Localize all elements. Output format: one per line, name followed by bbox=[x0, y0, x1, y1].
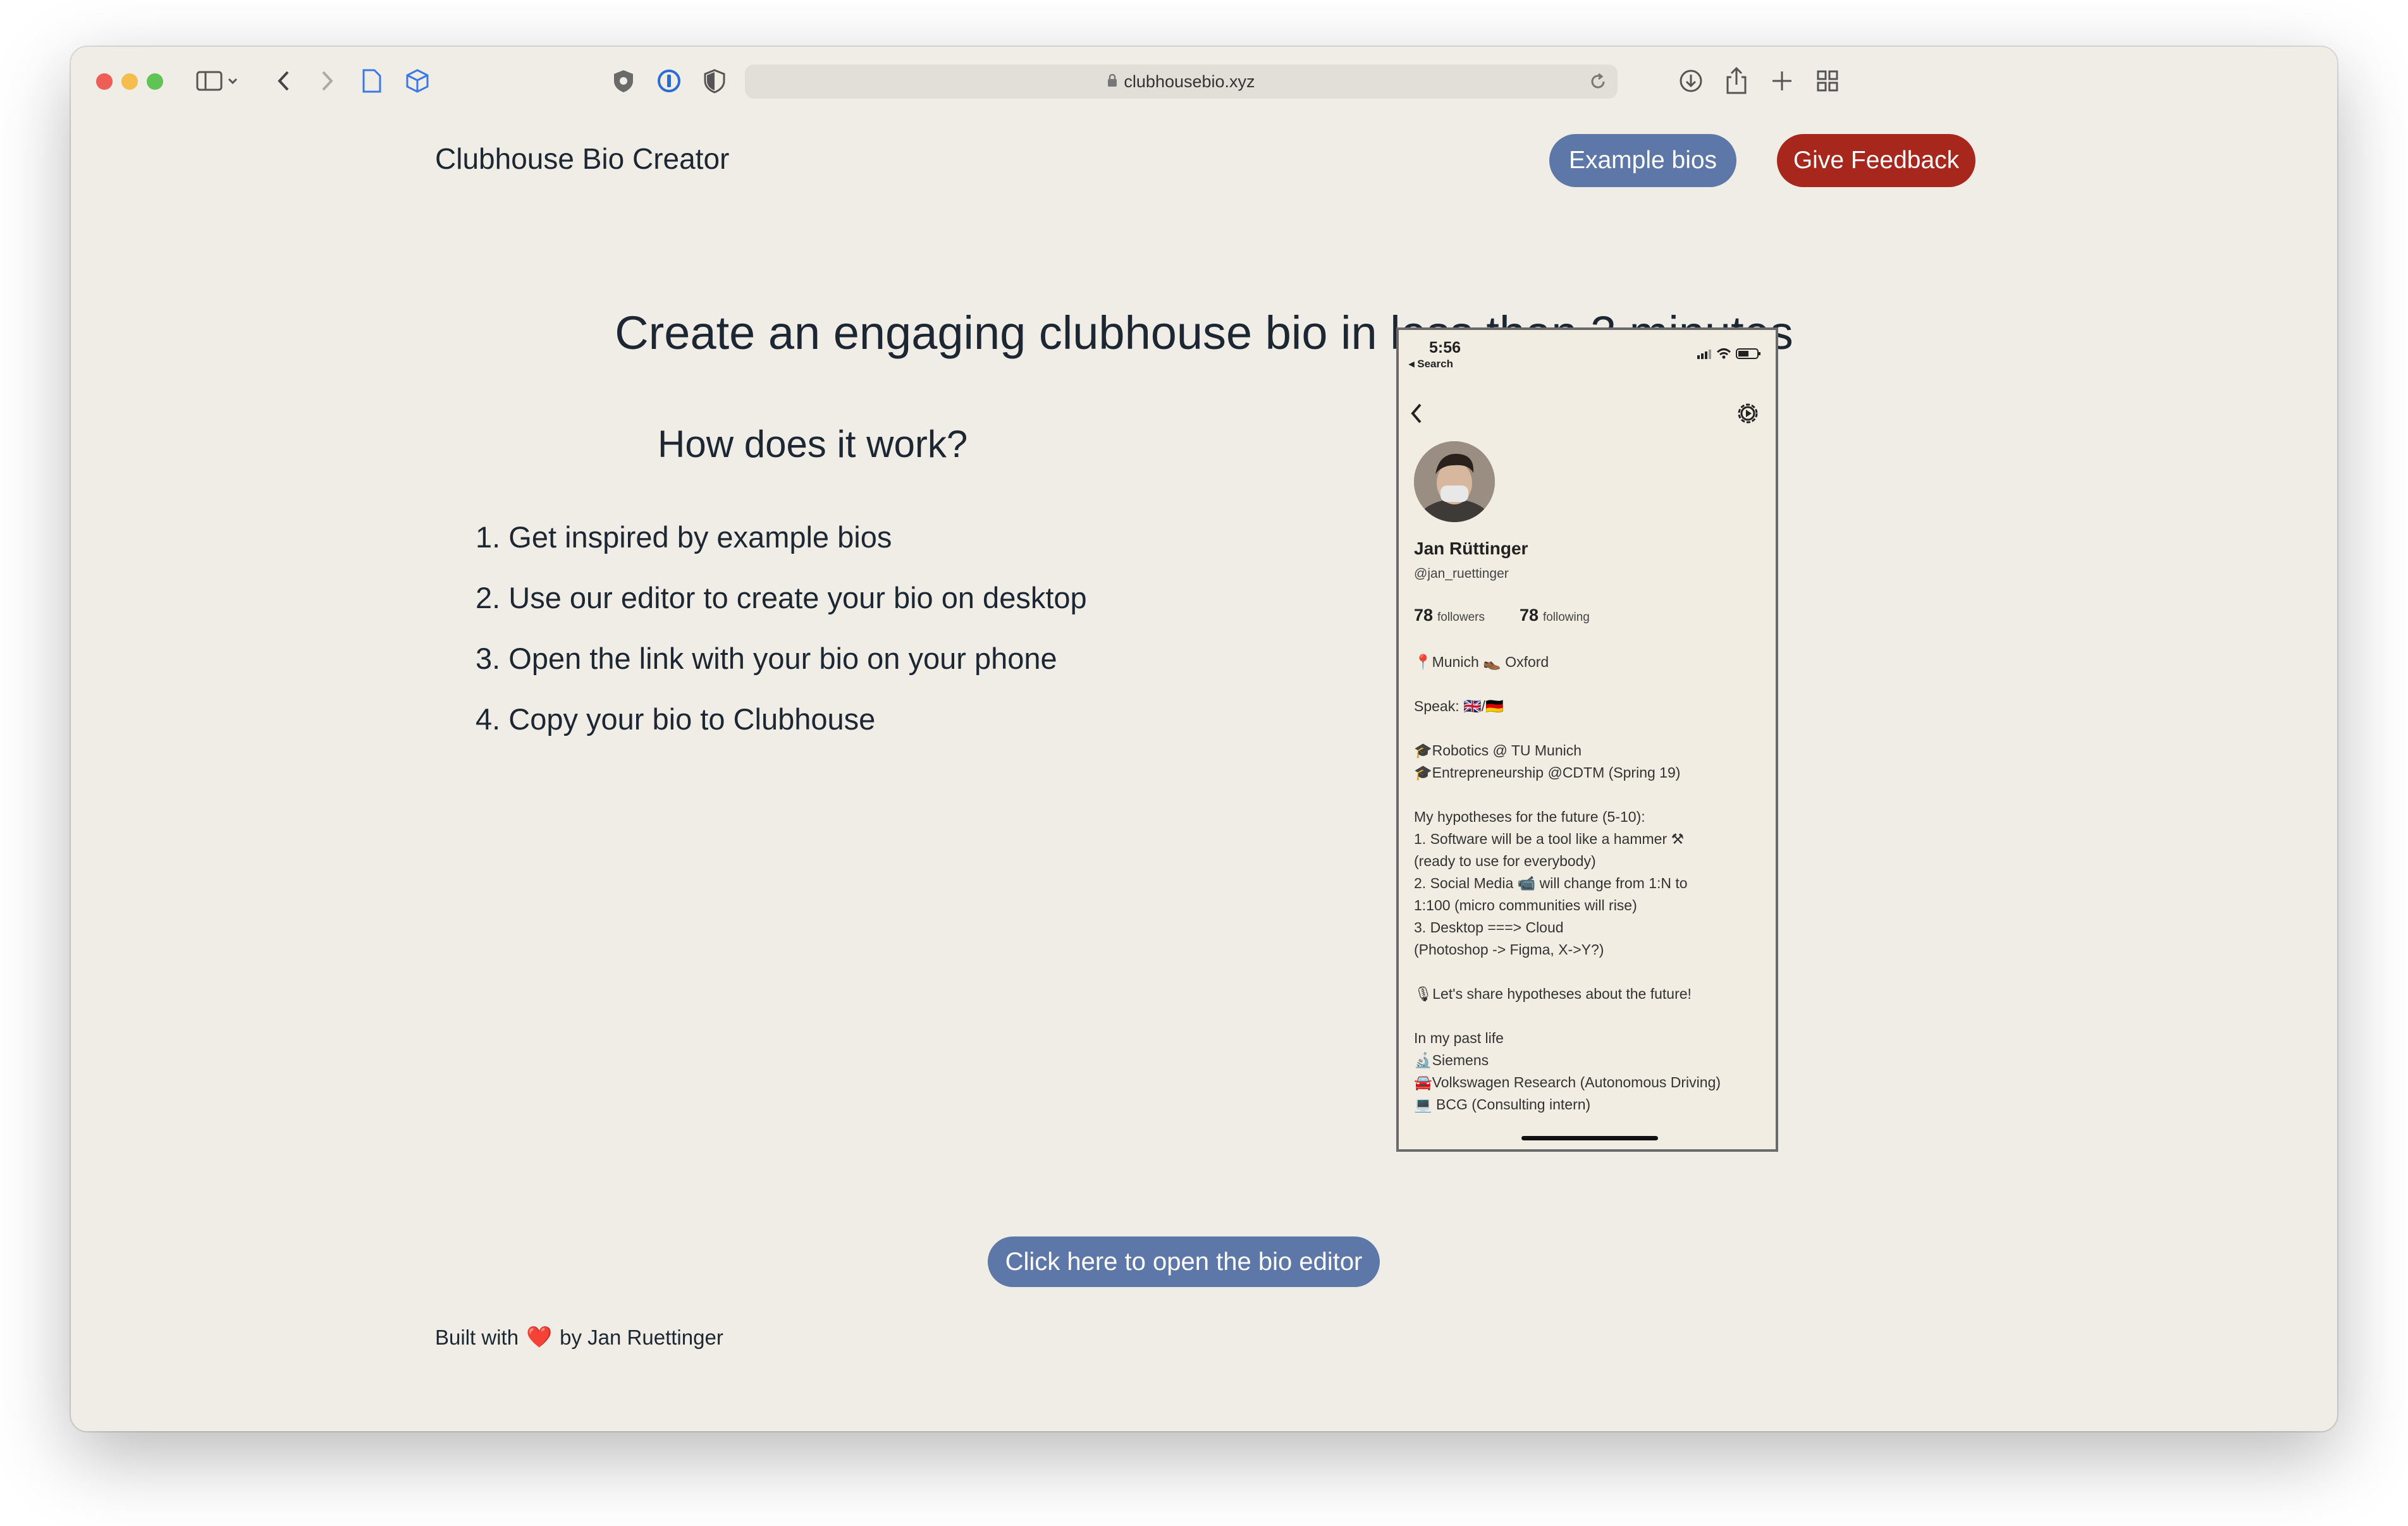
step-item: 2. Use our editor to create your bio on … bbox=[476, 581, 1087, 614]
phone-back-chevron-icon bbox=[1409, 401, 1424, 430]
extension-button[interactable] bbox=[403, 66, 431, 96]
bio-line: 🎙Let's share hypotheses about the future… bbox=[1414, 986, 1692, 1002]
address-bar[interactable]: clubhousebio.xyz bbox=[745, 64, 1618, 99]
followers-label: followers bbox=[1437, 611, 1485, 624]
password-manager-button[interactable] bbox=[655, 66, 683, 96]
bio-line: 💻 BCG (Consulting intern) bbox=[1414, 1096, 1591, 1113]
download-icon bbox=[1680, 70, 1702, 92]
reader-button[interactable] bbox=[359, 66, 384, 96]
reload-icon[interactable] bbox=[1588, 72, 1607, 95]
phone-status-icons bbox=[1697, 346, 1763, 365]
downloads-button[interactable] bbox=[1677, 66, 1705, 96]
share-button[interactable] bbox=[1723, 66, 1750, 96]
url-text: clubhousebio.xyz bbox=[1124, 71, 1255, 91]
step-item: 4. Copy your bio to Clubhouse bbox=[476, 702, 876, 736]
minimize-window-button[interactable] bbox=[121, 73, 138, 90]
example-bios-button[interactable]: Example bios bbox=[1549, 134, 1736, 187]
give-feedback-button[interactable]: Give Feedback bbox=[1777, 134, 1975, 187]
bio-line bbox=[1414, 717, 1768, 740]
shield-icon bbox=[614, 70, 633, 92]
phone-home-indicator bbox=[1521, 1136, 1658, 1140]
bio-line: 📍Munich 👞 Oxford bbox=[1414, 654, 1549, 670]
back-button[interactable] bbox=[271, 66, 296, 96]
heart-icon: ❤️ bbox=[526, 1325, 553, 1348]
bio-line: 1. Software will be a tool like a hammer… bbox=[1414, 831, 1685, 847]
bio-line: 1:100 (micro communities will rise) bbox=[1414, 897, 1637, 913]
bio-line bbox=[1414, 1005, 1768, 1027]
bio-line: 🚘Volkswagen Research (Autonomous Driving… bbox=[1414, 1074, 1721, 1090]
privacy-button[interactable] bbox=[701, 66, 728, 96]
phone-back-search: ◂ Search bbox=[1409, 358, 1453, 370]
new-tab-button[interactable] bbox=[1768, 66, 1796, 96]
bio-line: 2. Social Media 📹 will change from 1:N t… bbox=[1414, 875, 1688, 891]
browser-toolbar: clubhousebio.xyz bbox=[71, 47, 2337, 113]
footer: Built with ❤️ by Jan Ruettinger bbox=[435, 1325, 723, 1350]
site-title[interactable]: Clubhouse Bio Creator bbox=[435, 142, 729, 176]
how-it-works-heading: How does it work? bbox=[658, 423, 968, 465]
bio-line: 3. Desktop ===> Cloud bbox=[1414, 919, 1564, 936]
following-label: following bbox=[1542, 611, 1590, 624]
chevron-left-icon bbox=[278, 71, 289, 91]
password-icon bbox=[658, 70, 680, 92]
step-item: 1. Get inspired by example bios bbox=[476, 520, 892, 554]
forward-button[interactable] bbox=[315, 66, 340, 96]
signal-wifi-battery-icon bbox=[1697, 348, 1760, 359]
sidebar-icon bbox=[196, 71, 238, 91]
bio-line bbox=[1414, 673, 1768, 695]
avatar bbox=[1414, 441, 1495, 522]
close-window-button[interactable] bbox=[96, 73, 113, 90]
bio-line: In my past life bbox=[1414, 1030, 1504, 1046]
open-bio-editor-button[interactable]: Click here to open the bio editor bbox=[988, 1236, 1380, 1287]
cube-icon bbox=[406, 69, 429, 93]
lock-icon bbox=[1107, 72, 1117, 92]
sidebar-toggle-button[interactable] bbox=[191, 66, 245, 96]
phone-time: 5:56 bbox=[1429, 339, 1461, 357]
bio-line bbox=[1414, 961, 1768, 983]
step-item: 3. Open the link with your bio on your p… bbox=[476, 642, 1057, 675]
shield-extension-button[interactable] bbox=[610, 66, 637, 96]
profile-stats: 78 followers 78 following bbox=[1414, 606, 1620, 625]
following-count: 78 bbox=[1519, 606, 1539, 625]
footer-prefix: Built with bbox=[435, 1325, 519, 1349]
profile-name: Jan Rüttinger bbox=[1414, 539, 1528, 558]
profile-bio: 📍Munich 👞 Oxford Speak: 🇬🇧/🇩🇪 🎓Robotics … bbox=[1414, 651, 1768, 1116]
page-headline: Create an engaging clubhouse bio in less… bbox=[615, 307, 1793, 359]
tab-overview-button[interactable] bbox=[1814, 66, 1841, 96]
bio-line bbox=[1414, 784, 1768, 806]
zoom-window-button[interactable] bbox=[147, 73, 163, 90]
bio-line: 🎓Entrepreneurship @CDTM (Spring 19) bbox=[1414, 764, 1681, 781]
browser-window: clubhousebio.xyz Clubhouse Bio Creator E… bbox=[71, 47, 2337, 1431]
steps-list: 1. Get inspired by example bios 2. Use o… bbox=[476, 507, 1087, 750]
followers-count: 78 bbox=[1414, 606, 1434, 625]
bio-line: 🎓Robotics @ TU Munich bbox=[1414, 742, 1582, 759]
page-icon bbox=[362, 69, 381, 93]
bio-line: (ready to use for everybody) bbox=[1414, 853, 1596, 869]
profile-handle: @jan_ruettinger bbox=[1414, 566, 1509, 581]
privacy-icon bbox=[704, 69, 725, 94]
chevron-right-icon bbox=[322, 71, 333, 91]
tabs-grid-icon bbox=[1817, 70, 1838, 92]
gear-icon bbox=[1734, 400, 1762, 432]
footer-author[interactable]: by Jan Ruettinger bbox=[560, 1326, 723, 1350]
bio-line: Speak: 🇬🇧/🇩🇪 bbox=[1414, 698, 1504, 714]
phone-screenshot: 5:56 ◂ Search Jan Rüttinger @jan_ruettin… bbox=[1396, 327, 1778, 1152]
bio-line: 🔬Siemens bbox=[1414, 1052, 1489, 1068]
bio-line: My hypotheses for the future (5-10): bbox=[1414, 809, 1645, 825]
bio-line: (Photoshop -> Figma, X->Y?) bbox=[1414, 941, 1604, 958]
plus-icon bbox=[1772, 71, 1791, 90]
share-icon bbox=[1726, 67, 1747, 94]
